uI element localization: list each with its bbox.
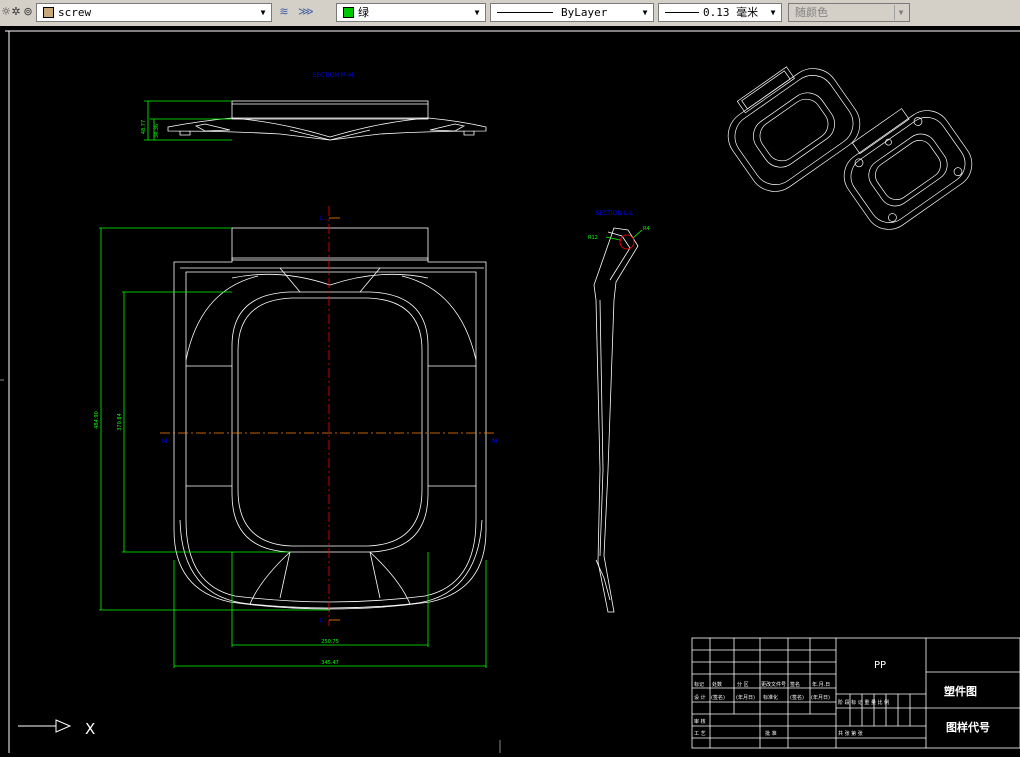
- tb-r3-c1: 审 核: [694, 718, 706, 725]
- dim-r12: R12: [588, 235, 598, 241]
- ucs-x-label: X: [85, 720, 95, 738]
- tb-approve: 批 准: [765, 730, 777, 737]
- tb-r2-c2: (签名): [711, 694, 725, 701]
- tb-stage-labels: 阶 段 标 记 重 量 比 例: [838, 699, 889, 706]
- tb-drawing-code-label: 图样代号: [946, 720, 990, 734]
- dim-48-77: 48.77: [141, 120, 147, 134]
- tb-part-name: PP: [874, 660, 886, 671]
- tb-r2-c3: (年月日): [736, 694, 755, 701]
- chevron-down-icon[interactable]: ▼: [639, 5, 651, 20]
- tb-r2-c6: (年月日): [811, 694, 830, 701]
- tb-r1-c6: 年.月.日: [812, 681, 830, 688]
- color-swatch: [343, 7, 354, 18]
- dim-345-47: 345.47: [321, 660, 339, 666]
- dim-34-36: 34.36: [154, 124, 160, 138]
- tb-pages: 共 张 第 张: [838, 730, 863, 737]
- layer-stack-icon[interactable]: ≋: [276, 5, 292, 19]
- tb-r2-c4: 标准化: [763, 694, 778, 701]
- tb-r1-c5: 签名: [790, 681, 800, 688]
- chevron-down-icon[interactable]: ▼: [767, 5, 779, 20]
- tb-r2-c5: (签名): [790, 694, 804, 701]
- layer-previous-icon[interactable]: ⋙: [298, 5, 314, 19]
- layer-name: screw: [58, 6, 92, 19]
- drawing-canvas[interactable]: SECTION M-M 48.77 34.36 L L M M 484.90 3…: [0, 26, 1020, 753]
- tb-r1-c3: 分 区: [737, 681, 749, 688]
- lineweight-sample-line: [665, 12, 699, 13]
- plotstyle-dropdown: 随颜色 ▼: [788, 3, 910, 22]
- dim-r4: R4: [643, 226, 650, 232]
- lineweight-value: 0.13 毫米: [703, 6, 759, 19]
- tb-r1-c1: 标记: [694, 681, 704, 688]
- chevron-down-icon[interactable]: ▼: [471, 5, 483, 20]
- tb-r1-c2: 处数: [712, 681, 722, 688]
- chevron-down-icon[interactable]: ▼: [257, 5, 269, 20]
- marker-m-left: M: [162, 438, 167, 445]
- linetype-name: ByLayer: [561, 6, 608, 19]
- color-name: 绿: [358, 6, 369, 19]
- tb-r3-c2: 工 艺: [694, 731, 706, 737]
- layer-dropdown[interactable]: screw ▼: [36, 3, 272, 22]
- tb-r1-c4: 更改文件号: [761, 681, 786, 688]
- linetype-dropdown[interactable]: ByLayer ▼: [490, 3, 654, 22]
- layer-lock-icon[interactable]: ⊚: [22, 5, 34, 19]
- color-dropdown[interactable]: 绿 ▼: [336, 3, 486, 22]
- dim-370-84: 370.84: [117, 413, 123, 431]
- dim-250-75: 250.75: [321, 639, 339, 645]
- linetype-sample-line: [497, 12, 553, 13]
- marker-m-right: M: [492, 438, 497, 445]
- layer-freeze-icon[interactable]: ✲: [10, 5, 22, 19]
- tb-r2-c1: 设 计: [694, 694, 706, 701]
- plotstyle-value: 随颜色: [795, 6, 828, 19]
- section-mm-label: SECTION M-M: [313, 72, 354, 79]
- section-ll-label: SECTION L-L: [595, 210, 633, 217]
- lineweight-dropdown[interactable]: 0.13 毫米 ▼: [658, 3, 782, 22]
- layer-color-swatch: [43, 7, 54, 18]
- properties-toolbar: ☼ ✲ ⊚ screw ▼ ≋ ⋙ 绿 ▼ ByLayer ▼ 0.13 毫米 …: [0, 0, 1020, 27]
- dim-484-90: 484.90: [94, 411, 100, 429]
- chevron-down-icon: ▼: [894, 5, 907, 20]
- tb-drawing-type: 塑件图: [944, 684, 977, 698]
